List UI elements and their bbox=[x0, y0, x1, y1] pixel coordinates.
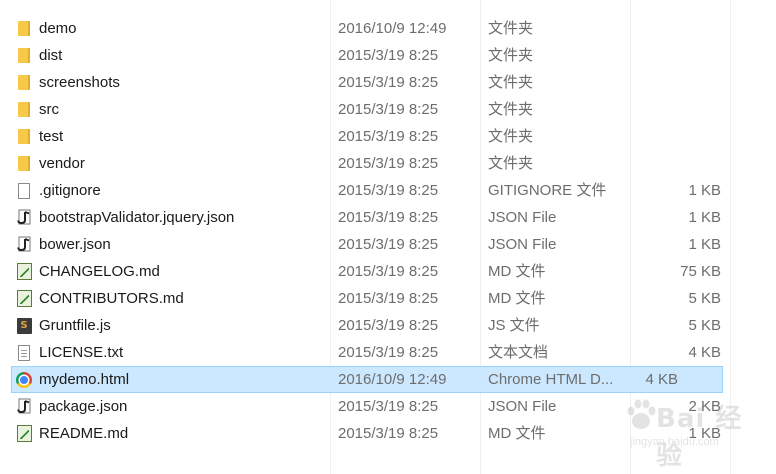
file-name: Gruntfile.js bbox=[39, 317, 111, 334]
file-name: bootstrapValidator.jquery.json bbox=[39, 209, 235, 226]
file-name: bower.json bbox=[39, 236, 111, 253]
markdown-file-icon bbox=[14, 258, 34, 285]
file-name: dist bbox=[39, 47, 63, 64]
file-type: MD 文件 bbox=[488, 263, 546, 280]
json-file-icon bbox=[14, 231, 34, 258]
file-modified-date: 2015/3/19 8:25 bbox=[338, 74, 439, 91]
blank-file-icon bbox=[14, 177, 34, 204]
file-type: 文件夹 bbox=[488, 74, 534, 91]
folder-icon bbox=[14, 42, 34, 69]
file-modified-date: 2015/3/19 8:25 bbox=[338, 47, 439, 64]
file-modified-date: 2015/3/19 8:25 bbox=[338, 128, 439, 145]
file-size: 4 KB bbox=[645, 371, 678, 388]
file-modified-date: 2015/3/19 8:25 bbox=[338, 155, 439, 172]
file-modified-date: 2016/10/9 12:49 bbox=[338, 371, 447, 388]
file-modified-date: 2016/10/9 12:49 bbox=[338, 20, 447, 37]
file-row[interactable]: .gitignore 2015/3/19 8:25 GITIGNORE 文件 1 KB bbox=[0, 177, 776, 204]
file-name: LICENSE.txt bbox=[39, 344, 124, 361]
file-modified-date: 2015/3/19 8:25 bbox=[338, 263, 439, 280]
file-row[interactable]: bootstrapValidator.jquery.json 2015/3/19 … bbox=[0, 204, 776, 231]
watermark-url: jingyan.baidu.com bbox=[630, 436, 719, 448]
file-name: src bbox=[39, 101, 59, 118]
markdown-file-icon bbox=[14, 285, 34, 312]
file-name: demo bbox=[39, 20, 77, 37]
file-type: MD 文件 bbox=[488, 290, 546, 307]
file-name: README.md bbox=[39, 425, 129, 442]
file-modified-date: 2015/3/19 8:25 bbox=[338, 290, 439, 307]
file-row[interactable]: bower.json 2015/3/19 8:25 JSON File 1 KB bbox=[0, 231, 776, 258]
file-row[interactable]: vendor 2015/3/19 8:25 文件夹 bbox=[0, 150, 776, 177]
chrome-html-icon bbox=[14, 367, 34, 392]
file-type: MD 文件 bbox=[488, 425, 546, 442]
file-name: CHANGELOG.md bbox=[39, 263, 160, 280]
file-name: screenshots bbox=[39, 74, 120, 91]
file-type: JS 文件 bbox=[488, 317, 540, 334]
file-name: .gitignore bbox=[39, 182, 101, 199]
watermark-brand: Bai 经验 bbox=[656, 404, 743, 471]
baidu-paw-icon bbox=[627, 399, 656, 429]
file-modified-date: 2015/3/19 8:25 bbox=[338, 101, 439, 118]
file-name: test bbox=[39, 128, 64, 145]
file-modified-date: 2015/3/19 8:25 bbox=[338, 209, 439, 226]
js-file-icon: S bbox=[14, 312, 34, 339]
folder-icon bbox=[14, 123, 34, 150]
file-modified-date: 2015/3/19 8:25 bbox=[338, 344, 439, 361]
file-size: 1 KB bbox=[688, 209, 721, 226]
file-modified-date: 2015/3/19 8:25 bbox=[338, 317, 439, 334]
file-row[interactable]: screenshots 2015/3/19 8:25 文件夹 bbox=[0, 69, 776, 96]
file-type: 文件夹 bbox=[488, 47, 534, 64]
file-size: 4 KB bbox=[688, 344, 721, 361]
file-row[interactable]: test 2015/3/19 8:25 文件夹 bbox=[0, 123, 776, 150]
file-name: package.json bbox=[39, 398, 128, 415]
file-type: 文件夹 bbox=[488, 155, 534, 172]
file-type: JSON File bbox=[488, 209, 557, 226]
file-list: demo 2016/10/9 12:49 文件夹 dist 2015/3/19 8:25… bbox=[0, 15, 776, 447]
file-name: CONTRIBUTORS.md bbox=[39, 290, 184, 307]
file-name: mydemo.html bbox=[39, 371, 130, 388]
file-modified-date: 2015/3/19 8:25 bbox=[338, 398, 439, 415]
file-type: JSON File bbox=[488, 398, 557, 415]
text-file-icon bbox=[14, 339, 34, 366]
file-size: 1 KB bbox=[688, 236, 721, 253]
file-size: 75 KB bbox=[680, 263, 721, 280]
file-type: 文件夹 bbox=[488, 101, 534, 118]
file-name: vendor bbox=[39, 155, 85, 172]
file-modified-date: 2015/3/19 8:25 bbox=[338, 236, 439, 253]
file-modified-date: 2015/3/19 8:25 bbox=[338, 425, 439, 442]
file-row[interactable]: dist 2015/3/19 8:25 文件夹 bbox=[0, 42, 776, 69]
file-row[interactable]: src 2015/3/19 8:25 文件夹 bbox=[0, 96, 776, 123]
json-file-icon bbox=[14, 393, 34, 420]
file-type: 文件夹 bbox=[488, 128, 534, 145]
file-row[interactable]: S Gruntfile.js 2015/3/19 8:25 JS 文件 5 KB bbox=[0, 312, 776, 339]
file-type: Chrome HTML D... bbox=[488, 371, 614, 388]
baidu-jingyan-watermark: Bai 经验 jingyan.baidu.com bbox=[624, 396, 754, 471]
file-row[interactable]: demo 2016/10/9 12:49 文件夹 bbox=[0, 15, 776, 42]
file-type: 文本文档 bbox=[488, 344, 549, 361]
markdown-file-icon bbox=[14, 420, 34, 447]
folder-icon bbox=[14, 96, 34, 123]
file-size: 5 KB bbox=[688, 317, 721, 334]
file-type: 文件夹 bbox=[488, 20, 534, 37]
file-type: JSON File bbox=[488, 236, 557, 253]
file-row-selected[interactable]: mydemo.html 2016/10/9 12:49 Chrome HTML D.… bbox=[11, 366, 723, 393]
file-type: GITIGNORE 文件 bbox=[488, 182, 607, 199]
file-row[interactable]: CHANGELOG.md 2015/3/19 8:25 MD 文件 75 KB bbox=[0, 258, 776, 285]
file-modified-date: 2015/3/19 8:25 bbox=[338, 182, 439, 199]
file-size: 1 KB bbox=[688, 182, 721, 199]
json-file-icon bbox=[14, 204, 34, 231]
folder-icon bbox=[14, 69, 34, 96]
file-row[interactable]: LICENSE.txt 2015/3/19 8:25 文本文档 4 KB bbox=[0, 339, 776, 366]
file-size: 5 KB bbox=[688, 290, 721, 307]
folder-icon bbox=[14, 15, 34, 42]
file-row[interactable]: CONTRIBUTORS.md 2015/3/19 8:25 MD 文件 5 KB bbox=[0, 285, 776, 312]
folder-icon bbox=[14, 150, 34, 177]
